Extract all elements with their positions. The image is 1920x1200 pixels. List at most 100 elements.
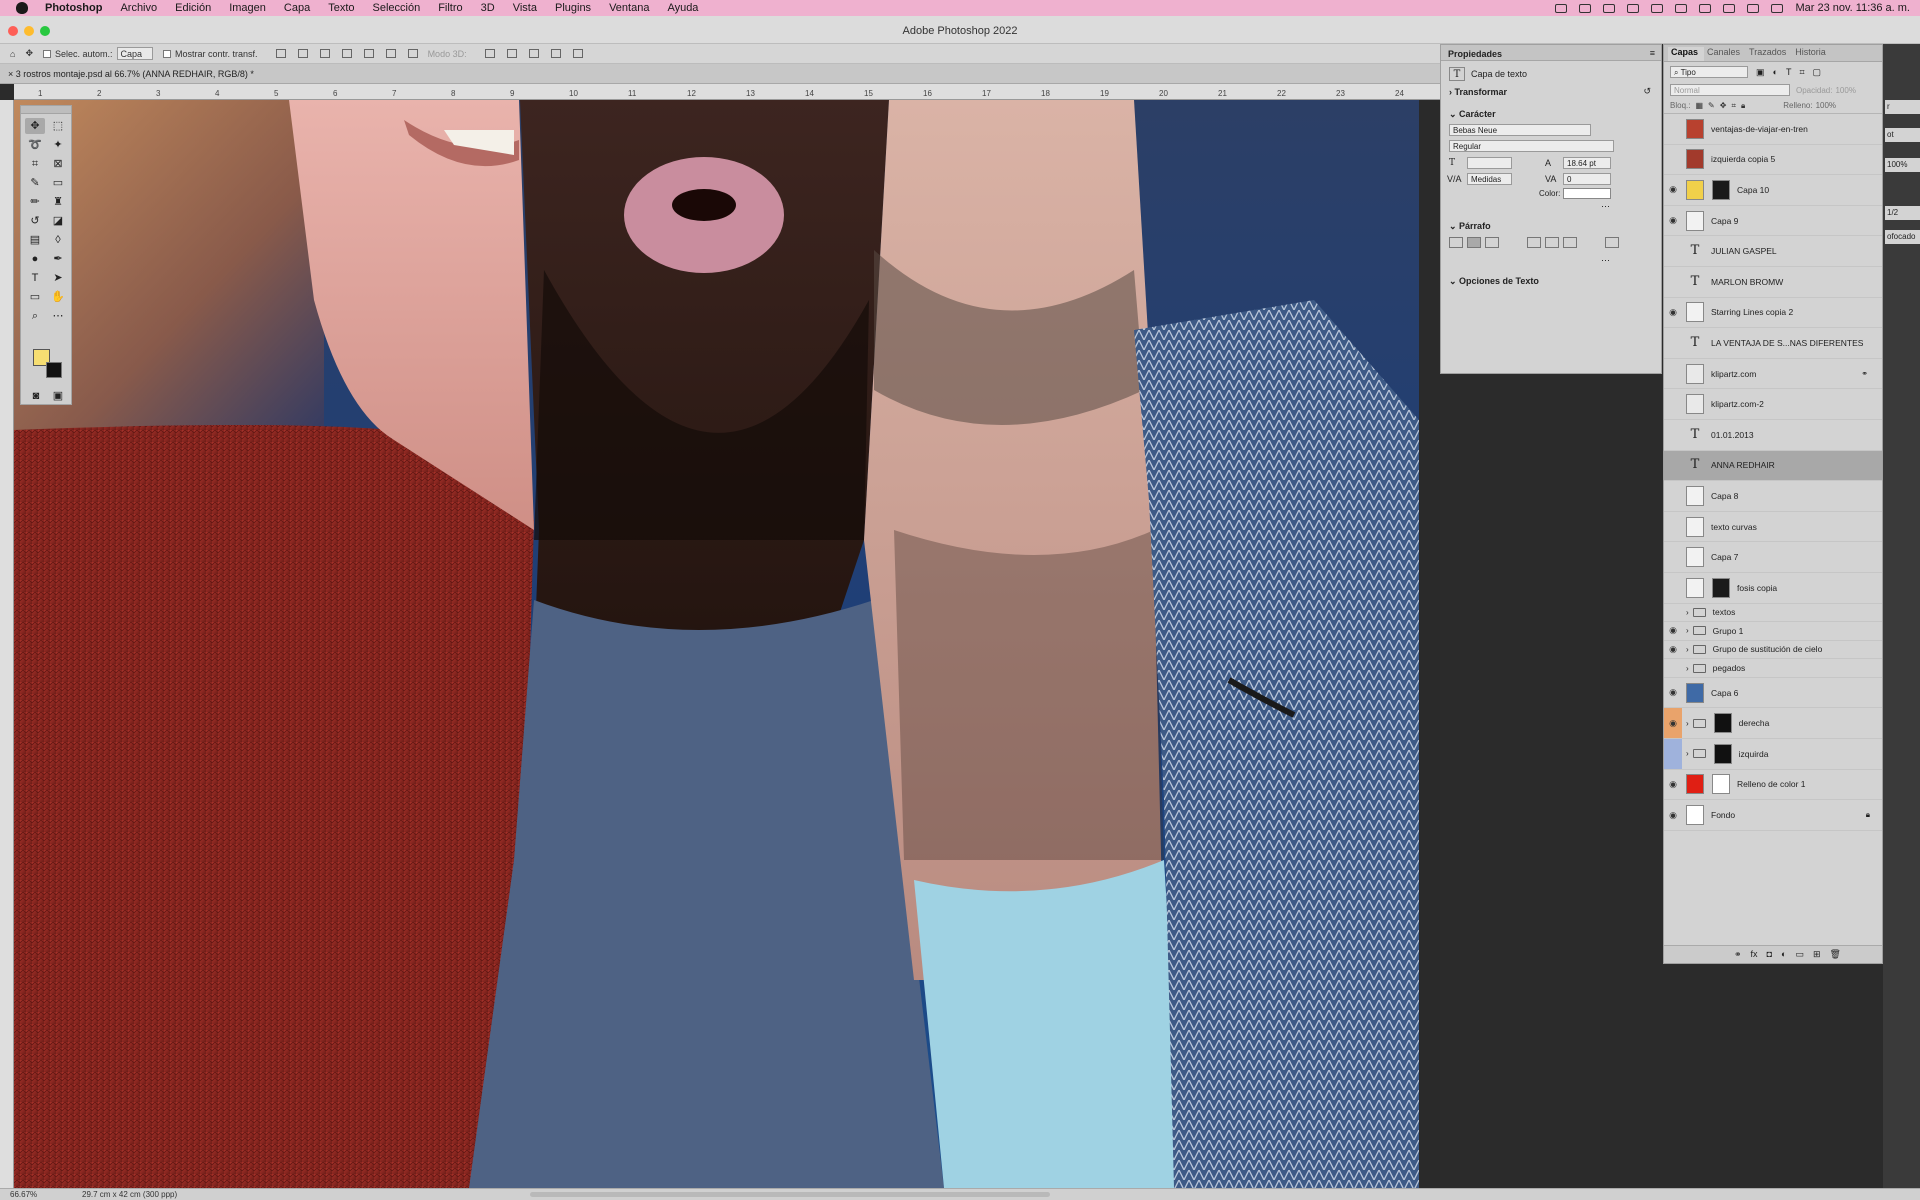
more-tools-icon[interactable]: ⋯ xyxy=(48,308,68,324)
layer-mask-thumbnail[interactable] xyxy=(1712,179,1730,200)
delete-layer-icon[interactable]: 🗑︎ xyxy=(1830,949,1841,960)
layer-thumbnail[interactable] xyxy=(1686,516,1704,537)
menu-ayuda[interactable]: Ayuda xyxy=(667,2,698,14)
windows-icon[interactable] xyxy=(1627,3,1640,13)
dodge-tool-icon[interactable]: ● xyxy=(25,251,45,267)
layer-thumbnail[interactable] xyxy=(1686,149,1704,170)
menu-3d[interactable]: 3D xyxy=(481,2,495,14)
shape-tool-icon[interactable]: ▭ xyxy=(25,289,45,305)
menu-photoshop[interactable]: Photoshop xyxy=(45,2,102,14)
link-layers-icon[interactable]: ⚭ xyxy=(1734,949,1742,960)
align-middle-icon[interactable] xyxy=(363,49,374,58)
auto-select-dropdown[interactable]: Capa xyxy=(116,47,154,60)
filter-smart-object-icon[interactable]: ▢ xyxy=(1813,67,1822,78)
magic-wand-tool-icon[interactable]: ✦ xyxy=(48,137,68,153)
kerning-dropdown[interactable]: Medidas xyxy=(1467,173,1512,185)
menu-seleccion[interactable]: Selección xyxy=(373,2,421,14)
bluetooth-icon[interactable] xyxy=(1651,3,1664,13)
layer-row[interactable]: T LA VENTAJA DE S...NAS DIFERENTES xyxy=(1664,328,1882,359)
justify-right-icon[interactable] xyxy=(1563,237,1577,248)
lock-all-icon[interactable]: 🔒︎ xyxy=(1741,101,1745,111)
filter-shape-icon[interactable]: ⌗ xyxy=(1799,67,1804,78)
layer-row[interactable]: T 01.01.2013 xyxy=(1664,420,1882,451)
new-group-icon[interactable]: ▭ xyxy=(1795,949,1804,960)
apple-logo-icon[interactable] xyxy=(16,2,28,14)
layer-row[interactable]: T MARLON BROMW xyxy=(1664,267,1882,298)
layer-row[interactable]: T ANNA REDHAIR xyxy=(1664,450,1882,482)
align-bottom-icon[interactable] xyxy=(385,49,396,58)
tab-capas[interactable]: Capas xyxy=(1668,47,1705,61)
font-size-field[interactable] xyxy=(1467,157,1512,169)
camera-3d-icon[interactable] xyxy=(572,49,583,58)
layer-thumbnail[interactable] xyxy=(1686,547,1704,568)
layer-row[interactable]: ◉ Relleno de color 1 xyxy=(1664,770,1882,801)
search-icon[interactable] xyxy=(1747,3,1760,13)
text-layer-icon[interactable]: T xyxy=(1686,455,1704,475)
frame-tool-icon[interactable]: ⊠ xyxy=(48,156,68,172)
leading-field[interactable]: 18.64 pt xyxy=(1563,157,1611,169)
more-options-icon[interactable] xyxy=(407,49,418,58)
healing-tool-icon[interactable]: ▭ xyxy=(48,175,68,191)
layer-style-fx-icon[interactable]: fx xyxy=(1751,949,1758,960)
align-center-icon[interactable] xyxy=(297,49,308,58)
opacity-value[interactable]: 100% xyxy=(1835,86,1855,95)
tab-canales[interactable]: Canales xyxy=(1704,47,1746,61)
blend-mode-dropdown[interactable]: Normal xyxy=(1670,84,1790,96)
move-tool-preset-icon[interactable]: ✥ xyxy=(25,48,33,59)
menu-filtro[interactable]: Filtro xyxy=(438,2,462,14)
text-layer-icon[interactable]: T xyxy=(1686,425,1704,445)
zoom-tool-icon[interactable]: ⌕ xyxy=(25,308,45,324)
vertical-ruler[interactable] xyxy=(0,100,14,1188)
layer-visibility-eye-icon[interactable]: ◉ xyxy=(1664,687,1682,698)
horizontal-ruler[interactable]: 1 2 3 4 5 6 7 8 9 10 11 12 13 14 15 16 17 18 19 20 21 22 23 24 xyxy=(14,84,1440,100)
layer-mask-thumbnail[interactable] xyxy=(1712,774,1730,795)
history-brush-tool-icon[interactable]: ↺ xyxy=(25,213,45,229)
layer-row[interactable]: › pegados xyxy=(1664,659,1882,678)
panel-menu-icon[interactable]: ≡ xyxy=(1650,48,1655,58)
layer-thumbnail[interactable] xyxy=(1686,118,1704,139)
character-section[interactable]: ⌄ Carácter xyxy=(1449,109,1496,120)
layer-thumbnail[interactable] xyxy=(1686,682,1704,703)
layer-thumbnail[interactable] xyxy=(1686,302,1704,323)
align-text-center-icon[interactable] xyxy=(1467,237,1481,248)
screen-icon[interactable] xyxy=(1579,3,1592,13)
filter-type-icon[interactable]: T xyxy=(1786,67,1792,77)
home-icon[interactable]: ⌂ xyxy=(10,49,15,59)
screen-mode-icon[interactable]: ▣ xyxy=(48,388,68,404)
menu-plugins[interactable]: Plugins xyxy=(555,2,591,14)
expand-group-icon[interactable]: › xyxy=(1686,645,1689,654)
lock-icon[interactable]: 🔒︎ xyxy=(1866,810,1870,820)
align-text-right-icon[interactable] xyxy=(1485,237,1499,248)
lock-image-icon[interactable]: ✎ xyxy=(1708,101,1715,110)
wifi-icon[interactable] xyxy=(1723,3,1736,13)
more-paragraph-options-icon[interactable]: ⋯ xyxy=(1601,255,1610,266)
cloud-icon[interactable] xyxy=(1603,3,1616,13)
tab-trazados[interactable]: Trazados xyxy=(1746,47,1792,61)
expand-group-icon[interactable]: › xyxy=(1686,749,1689,758)
text-layer-icon[interactable]: T xyxy=(1686,333,1704,353)
lock-position-icon[interactable]: ✥ xyxy=(1720,101,1727,110)
transform-section[interactable]: › Transformar xyxy=(1449,87,1507,97)
align-right-icon[interactable] xyxy=(319,49,330,58)
layer-thumbnail[interactable] xyxy=(1686,179,1704,200)
layer-row[interactable]: ◉ Capa 10 xyxy=(1664,175,1882,206)
path-selection-tool-icon[interactable]: ➤ xyxy=(48,270,68,286)
tools-panel-header[interactable] xyxy=(21,106,71,114)
layer-visibility-eye-icon[interactable]: ◉ xyxy=(1664,307,1682,318)
layer-row[interactable]: ◉ › derecha xyxy=(1664,708,1882,740)
layer-row[interactable]: ◉ › Grupo de sustitución de cielo xyxy=(1664,641,1882,660)
align-text-left-icon[interactable] xyxy=(1449,237,1463,248)
tracking-field[interactable]: 0 xyxy=(1563,173,1611,185)
layer-thumbnail[interactable] xyxy=(1686,394,1704,415)
font-style-dropdown[interactable]: Regular xyxy=(1449,140,1614,152)
quick-mask-icon[interactable]: ◙ xyxy=(26,388,46,404)
expand-group-icon[interactable]: › xyxy=(1686,664,1689,673)
lock-transparent-icon[interactable]: ▦ xyxy=(1695,101,1703,110)
menu-ventana[interactable]: Ventana xyxy=(609,2,649,14)
layer-thumbnail[interactable] xyxy=(1686,805,1704,826)
move-tool-icon[interactable]: ✥ xyxy=(25,118,45,134)
layer-row[interactable]: ◉ Starring Lines copia 2 xyxy=(1664,298,1882,329)
menu-texto[interactable]: Texto xyxy=(328,2,354,14)
layer-row[interactable]: Capa 8 xyxy=(1664,481,1882,512)
auto-select-checkbox[interactable] xyxy=(42,49,51,58)
